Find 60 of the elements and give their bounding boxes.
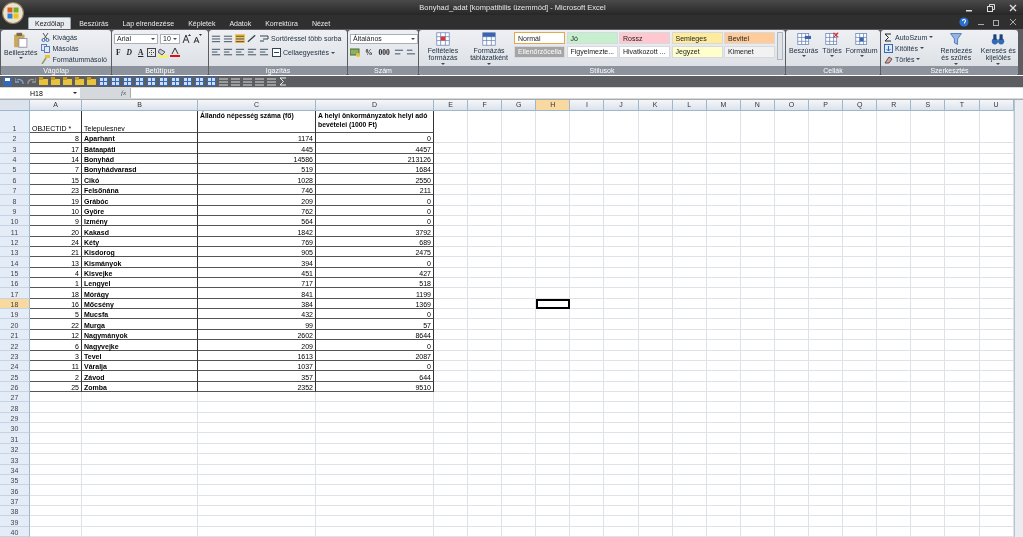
close-icon[interactable] — [1009, 18, 1017, 26]
increase-decimal-icon[interactable] — [393, 48, 404, 57]
align-lines-icon[interactable] — [211, 48, 221, 57]
grid-icon[interactable] — [135, 77, 144, 86]
folder-icon[interactable] — [87, 77, 96, 86]
table-icon — [482, 32, 496, 46]
align-lines-icon[interactable] — [259, 48, 269, 57]
table-icon — [824, 32, 839, 46]
font-color-icon[interactable] — [170, 48, 181, 57]
fill-down-icon — [884, 43, 893, 53]
money-icon[interactable] — [350, 48, 361, 57]
sigma-icon[interactable] — [279, 77, 288, 86]
folder-icon[interactable] — [51, 77, 60, 86]
grid-icon[interactable] — [147, 77, 156, 86]
align-lines-icon[interactable] — [247, 48, 257, 57]
folder-icon[interactable] — [63, 77, 72, 86]
grid-icon[interactable] — [171, 77, 180, 86]
brush-icon — [41, 54, 51, 64]
highlighted-table-icon — [436, 32, 450, 46]
grid-icon[interactable] — [159, 77, 168, 86]
shrink-font-icon[interactable] — [193, 34, 202, 43]
binoculars-icon — [991, 32, 1006, 46]
align-lines-icon[interactable] — [235, 48, 245, 57]
grid-icon[interactable] — [195, 77, 204, 86]
align-lines-icon[interactable] — [211, 34, 221, 43]
grid-icon[interactable] — [99, 77, 108, 86]
align-lines-icon[interactable] — [223, 48, 233, 57]
save-icon[interactable] — [3, 77, 12, 86]
border-icon[interactable] — [147, 48, 157, 57]
folder-icon[interactable] — [75, 77, 84, 86]
align-lines-icon[interactable] — [223, 34, 233, 43]
scissors-icon — [41, 32, 51, 42]
merge-icon — [272, 48, 281, 57]
align-lines-icon[interactable] — [235, 34, 245, 43]
redo-icon[interactable] — [27, 77, 36, 86]
restore-icon[interactable] — [993, 18, 1001, 26]
gallery-scrollbar[interactable] — [777, 32, 783, 60]
slanted-line-icon[interactable] — [247, 34, 257, 43]
fill-color-icon[interactable] — [158, 48, 169, 57]
eraser-icon — [884, 54, 893, 64]
grid-icon[interactable] — [207, 77, 216, 86]
decrease-decimal-icon[interactable] — [405, 48, 416, 57]
folder-icon[interactable] — [39, 77, 48, 86]
active-cell[interactable] — [536, 298, 571, 310]
help-icon[interactable] — [959, 17, 969, 27]
grid-icon[interactable] — [111, 77, 120, 86]
grid-icon[interactable] — [123, 77, 132, 86]
grid-icon[interactable] — [183, 77, 192, 86]
table-icon — [796, 32, 811, 46]
copy-icon — [41, 43, 51, 53]
formula-input[interactable] — [130, 88, 1023, 98]
wrap-icon — [260, 34, 269, 43]
vertical-scrollbar[interactable] — [1013, 100, 1023, 537]
undo-icon[interactable] — [15, 77, 24, 86]
restore-icon[interactable] — [987, 3, 995, 12]
table-icon — [854, 32, 869, 46]
clipboard-icon — [13, 32, 29, 48]
funnel-icon — [949, 32, 964, 46]
grow-font-icon[interactable] — [182, 34, 191, 43]
sigma-icon — [884, 32, 893, 42]
